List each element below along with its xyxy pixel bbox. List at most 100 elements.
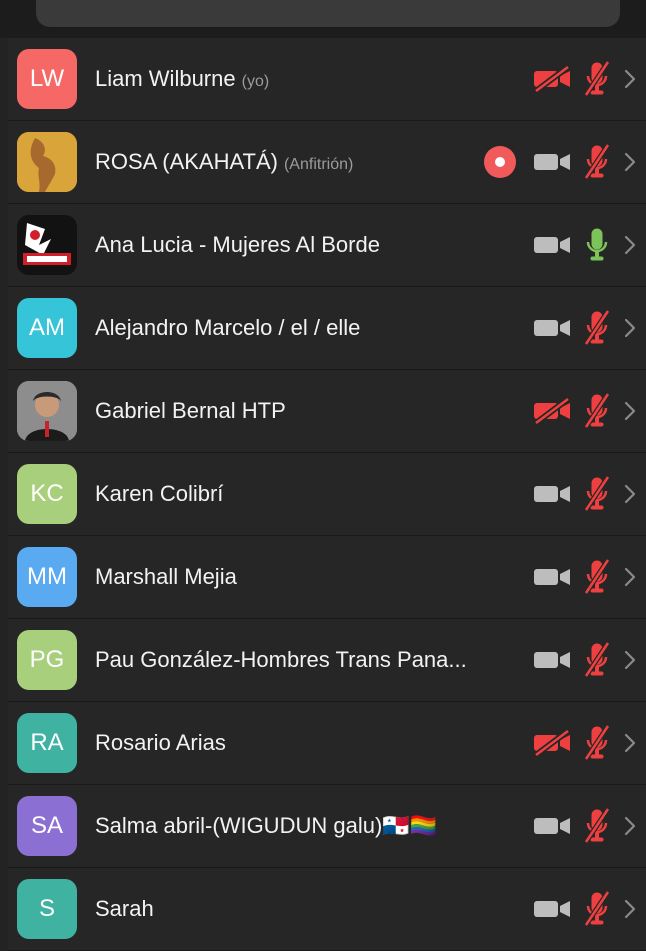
search-bar[interactable] bbox=[36, 0, 620, 27]
video-icon[interactable] bbox=[532, 148, 572, 176]
chevron-right-icon[interactable] bbox=[622, 565, 638, 589]
chevron-right-icon[interactable] bbox=[622, 233, 638, 257]
mujeres-al-borde-logo bbox=[17, 215, 77, 275]
chevron-right-icon[interactable] bbox=[622, 482, 638, 506]
profile-photo bbox=[17, 381, 77, 441]
avatar-initials: MM bbox=[27, 563, 67, 590]
participant-controls bbox=[532, 474, 640, 514]
participant-name: Salma abril-(WIGUDUN galu)🇵🇦🏳️‍🌈 bbox=[95, 813, 438, 838]
mic-muted-icon[interactable] bbox=[582, 640, 612, 680]
participant-row[interactable]: LW Liam Wilburne (yo) bbox=[8, 38, 646, 121]
participant-name-wrap: Liam Wilburne (yo) bbox=[95, 66, 532, 92]
chevron-right-icon[interactable] bbox=[622, 67, 638, 91]
avatar bbox=[17, 215, 77, 275]
mic-muted-icon[interactable] bbox=[582, 142, 612, 182]
participant-name-wrap: Gabriel Bernal HTP bbox=[95, 398, 532, 424]
participant-name-wrap: Pau González-Hombres Trans Pana... bbox=[95, 647, 532, 673]
participant-controls bbox=[532, 59, 640, 99]
map-avatar-image bbox=[17, 132, 77, 192]
chevron-right-icon[interactable] bbox=[622, 731, 638, 755]
participant-row[interactable]: MM Marshall Mejia bbox=[8, 536, 646, 619]
video-icon[interactable] bbox=[532, 895, 572, 923]
participant-controls bbox=[532, 640, 640, 680]
mic-muted-icon[interactable] bbox=[582, 59, 612, 99]
participant-name: Liam Wilburne bbox=[95, 66, 236, 91]
mic-muted-icon[interactable] bbox=[582, 723, 612, 763]
participant-controls bbox=[532, 889, 640, 929]
avatar bbox=[17, 381, 77, 441]
avatar: PG bbox=[17, 630, 77, 690]
video-icon[interactable] bbox=[532, 812, 572, 840]
video-icon[interactable] bbox=[532, 646, 572, 674]
participant-name-wrap: Alejandro Marcelo / el / elle bbox=[95, 315, 532, 341]
participant-name-wrap: Rosario Arias bbox=[95, 730, 532, 756]
participant-name-wrap: Sarah bbox=[95, 896, 532, 922]
participant-controls bbox=[532, 308, 640, 348]
avatar-initials: PG bbox=[29, 646, 65, 673]
recording-dot bbox=[495, 157, 505, 167]
participant-name-wrap: ROSA (AKAHATÁ) (Anfitrión) bbox=[95, 149, 484, 175]
chevron-right-icon[interactable] bbox=[622, 399, 638, 423]
participant-controls bbox=[532, 723, 640, 763]
avatar-initials: S bbox=[38, 895, 55, 922]
participant-name-wrap: Ana Lucia - Mujeres Al Borde bbox=[95, 232, 532, 258]
video-icon[interactable] bbox=[532, 563, 572, 591]
video-off-icon[interactable] bbox=[532, 397, 572, 425]
chevron-right-icon[interactable] bbox=[622, 150, 638, 174]
avatar: S bbox=[17, 879, 77, 939]
participant-row[interactable]: AM Alejandro Marcelo / el / elle bbox=[8, 287, 646, 370]
mic-icon[interactable] bbox=[582, 225, 612, 265]
participant-controls bbox=[532, 806, 640, 846]
avatar-initials: SA bbox=[30, 812, 63, 839]
participant-name: Sarah bbox=[95, 896, 154, 921]
participant-row[interactable]: KC Karen Colibrí bbox=[8, 453, 646, 536]
participant-list: LW Liam Wilburne (yo) ROSA (AKAHATÁ) (Anfitr… bbox=[8, 38, 646, 951]
participant-controls bbox=[484, 142, 640, 182]
participant-row[interactable]: Ana Lucia - Mujeres Al Borde bbox=[8, 204, 646, 287]
avatar: SA bbox=[17, 796, 77, 856]
video-icon[interactable] bbox=[532, 480, 572, 508]
participant-name: ROSA (AKAHATÁ) bbox=[95, 149, 278, 174]
avatar: KC bbox=[17, 464, 77, 524]
participant-row[interactable]: S Sarah bbox=[8, 868, 646, 951]
avatar: MM bbox=[17, 547, 77, 607]
mic-muted-icon[interactable] bbox=[582, 806, 612, 846]
participant-controls bbox=[532, 391, 640, 431]
participant-name: Ana Lucia - Mujeres Al Borde bbox=[95, 232, 380, 257]
participant-row[interactable]: Gabriel Bernal HTP bbox=[8, 370, 646, 453]
mic-muted-icon[interactable] bbox=[582, 474, 612, 514]
chevron-right-icon[interactable] bbox=[622, 897, 638, 921]
avatar: RA bbox=[17, 713, 77, 773]
avatar: AM bbox=[17, 298, 77, 358]
avatar-initials: KC bbox=[30, 480, 64, 507]
participant-name: Alejandro Marcelo / el / elle bbox=[95, 315, 361, 340]
avatar bbox=[17, 132, 77, 192]
participant-name-wrap: Karen Colibrí bbox=[95, 481, 532, 507]
avatar-initials: LW bbox=[29, 65, 65, 92]
participant-role-tag: (Anfitrión) bbox=[283, 156, 354, 173]
participant-row[interactable]: RA Rosario Arias bbox=[8, 702, 646, 785]
avatar: LW bbox=[17, 49, 77, 109]
participant-name: Pau González-Hombres Trans Pana... bbox=[95, 647, 467, 672]
participant-role-tag: (yo) bbox=[241, 73, 270, 90]
video-off-icon[interactable] bbox=[532, 65, 572, 93]
recording-icon bbox=[484, 146, 516, 178]
video-off-icon[interactable] bbox=[532, 729, 572, 757]
mic-muted-icon[interactable] bbox=[582, 557, 612, 597]
mic-muted-icon[interactable] bbox=[582, 391, 612, 431]
mic-muted-icon[interactable] bbox=[582, 889, 612, 929]
video-icon[interactable] bbox=[532, 231, 572, 259]
video-icon[interactable] bbox=[532, 314, 572, 342]
participant-controls bbox=[532, 557, 640, 597]
participant-name-wrap: Marshall Mejia bbox=[95, 564, 532, 590]
participant-name: Rosario Arias bbox=[95, 730, 226, 755]
participant-row[interactable]: SA Salma abril-(WIGUDUN galu)🇵🇦🏳️‍🌈 bbox=[8, 785, 646, 868]
participant-name: Gabriel Bernal HTP bbox=[95, 398, 286, 423]
chevron-right-icon[interactable] bbox=[622, 648, 638, 672]
participant-row[interactable]: PG Pau González-Hombres Trans Pana... bbox=[8, 619, 646, 702]
mic-muted-icon[interactable] bbox=[582, 308, 612, 348]
chevron-right-icon[interactable] bbox=[622, 814, 638, 838]
participant-row[interactable]: ROSA (AKAHATÁ) (Anfitrión) bbox=[8, 121, 646, 204]
chevron-right-icon[interactable] bbox=[622, 316, 638, 340]
participant-name: Marshall Mejia bbox=[95, 564, 237, 589]
